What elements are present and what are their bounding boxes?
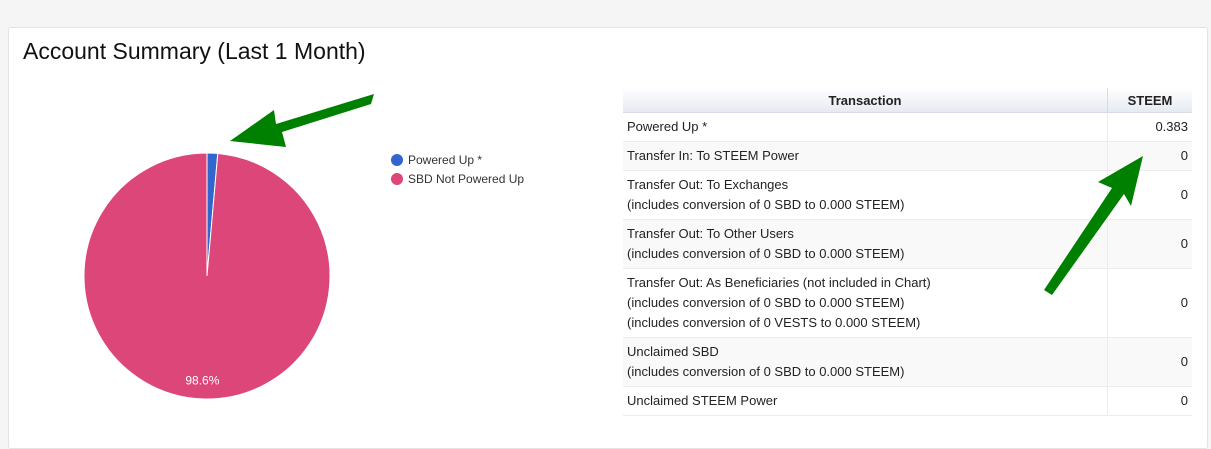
transaction-cell: Transfer Out: To Other Users (includes co… (623, 219, 1108, 269)
table-row: Transfer Out: To Other Users (includes co… (623, 219, 1192, 269)
legend-dot-icon (391, 153, 403, 166)
transaction-cell: Transfer Out: As Beneficiaries (not incl… (623, 268, 1108, 338)
transaction-cell: Transfer Out: To Exchanges (includes conv… (623, 170, 1108, 220)
steem-value-cell: 0 (1107, 337, 1192, 387)
transaction-cell: Powered Up * (623, 112, 1108, 142)
table-row: Unclaimed STEEM Power 0 (623, 386, 1192, 416)
transaction-text: Transfer Out: As Beneficiaries (not incl… (627, 275, 931, 290)
legend-label: Powered Up * (408, 152, 483, 167)
pie-chart: 98.6% (83, 94, 374, 400)
table-row: Powered Up * 0.383 (623, 112, 1192, 142)
transaction-text: Powered Up * (627, 119, 708, 134)
transaction-cell: Unclaimed STEEM Power (623, 386, 1108, 416)
transaction-text: Transfer Out: To Exchanges (627, 177, 789, 192)
table-header-row: Transaction STEEM (623, 88, 1192, 113)
table-row: Transfer Out: To Exchanges (includes conv… (623, 170, 1192, 220)
table-row: Transfer In: To STEEM Power 0 (623, 141, 1192, 171)
steem-value-cell: 0 (1107, 219, 1192, 269)
transaction-text: (includes conversion of 0 SBD to 0.000 S… (627, 246, 905, 261)
arrow-to-pie-icon (230, 94, 374, 147)
steem-value-cell: 0 (1107, 141, 1192, 171)
transaction-cell: Unclaimed SBD (includes conversion of 0 S… (623, 337, 1108, 387)
steem-value-cell: 0 (1107, 170, 1192, 220)
transaction-text: Transfer In: To STEEM Power (627, 148, 799, 163)
transaction-text: (includes conversion of 0 SBD to 0.000 S… (627, 197, 905, 212)
legend-dot-icon (391, 172, 403, 185)
account-summary-card: Account Summary (Last 1 Month) 98.6% Pow… (8, 27, 1208, 449)
transaction-table: Transaction STEEM Powered Up * 0.383 Trans… (623, 88, 1192, 416)
steem-value-cell: 0 (1107, 386, 1192, 416)
legend-label: SBD Not Powered Up (408, 171, 525, 186)
legend-item-1[interactable]: SBD Not Powered Up (391, 169, 524, 188)
transaction-text: (includes conversion of 0 SBD to 0.000 S… (627, 364, 905, 379)
transaction-text: (includes conversion of 0 SBD to 0.000 S… (627, 295, 905, 310)
transaction-cell: Transfer In: To STEEM Power (623, 141, 1108, 171)
steem-value-cell: 0.383 (1107, 112, 1192, 142)
transaction-text: Unclaimed STEEM Power (627, 393, 778, 408)
steem-value-cell: 0 (1107, 268, 1192, 338)
table-row: Transfer Out: As Beneficiaries (not incl… (623, 268, 1192, 338)
pie-slice-1[interactable] (83, 152, 331, 400)
transaction-text: Unclaimed SBD (627, 344, 719, 359)
column-header-transaction: Transaction (623, 88, 1108, 113)
legend-item-0[interactable]: Powered Up * (391, 150, 524, 169)
chart-legend: Powered Up * SBD Not Powered Up (391, 150, 524, 188)
transaction-text: (includes conversion of 0 VESTS to 0.000… (627, 315, 921, 330)
pie-slice-label-1: 98.6% (185, 373, 219, 387)
transaction-text: Transfer Out: To Other Users (627, 226, 794, 241)
table-row: Unclaimed SBD (includes conversion of 0 S… (623, 337, 1192, 387)
column-header-steem: STEEM (1107, 88, 1192, 113)
